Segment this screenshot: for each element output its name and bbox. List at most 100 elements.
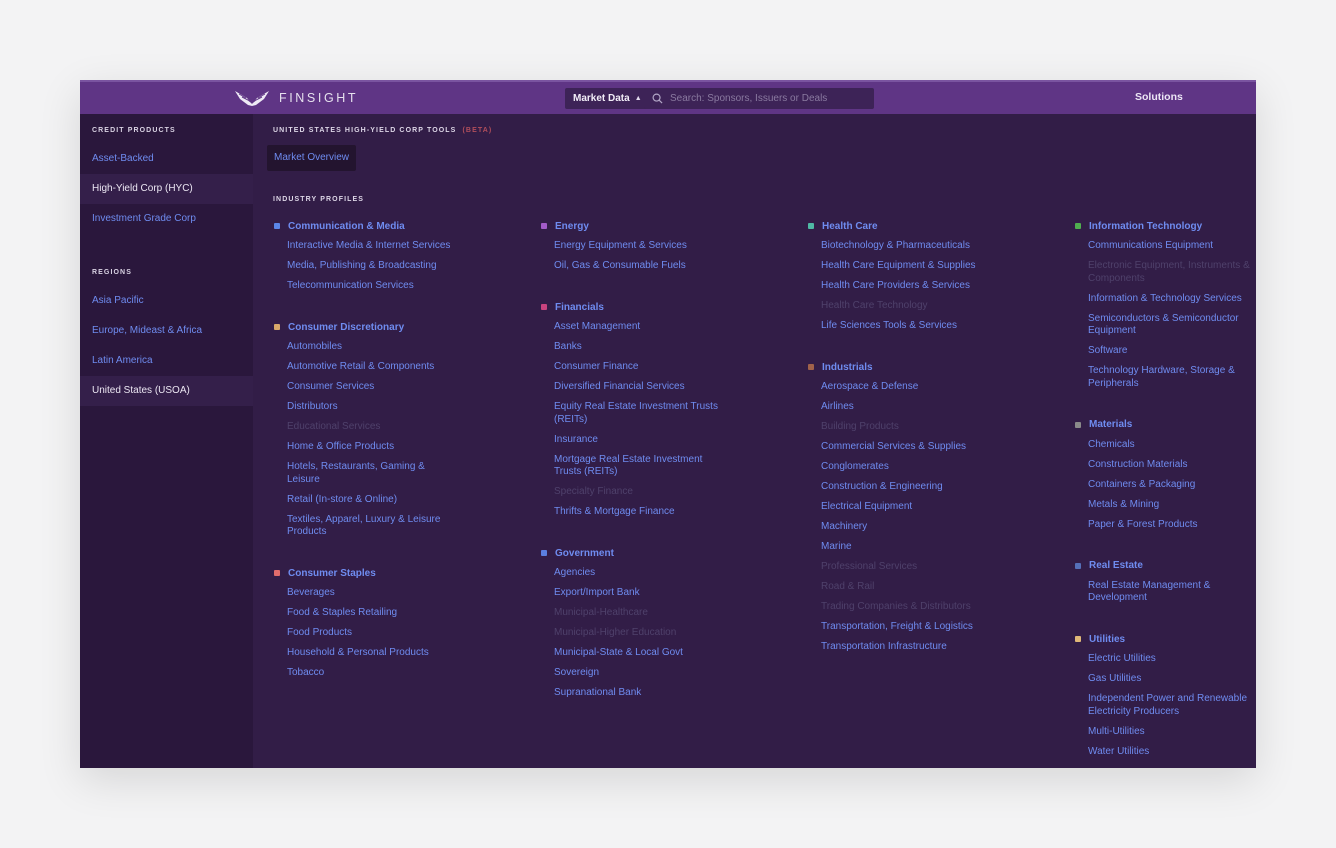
- sub-industry-chemicals[interactable]: Chemicals: [1074, 435, 1254, 455]
- sub-industry-banks[interactable]: Banks: [540, 337, 720, 357]
- sub-industry-real-estate-management-development[interactable]: Real Estate Management & Development: [1074, 576, 1254, 609]
- sub-industry-interactive-media-internet-services[interactable]: Interactive Media & Internet Services: [273, 236, 453, 256]
- industry-title-label: Materials: [1089, 419, 1133, 430]
- industry-title-label: Energy: [555, 220, 589, 232]
- sub-industry-thrifts-mortgage-finance[interactable]: Thrifts & Mortgage Finance: [540, 502, 720, 522]
- sub-industry-automotive-retail-components[interactable]: Automotive Retail & Components: [273, 357, 453, 377]
- sub-industry-communications-equipment[interactable]: Communications Equipment: [1074, 236, 1254, 256]
- market-overview-button[interactable]: Market Overview: [267, 145, 357, 171]
- color-swatch-icon: [1075, 562, 1081, 569]
- color-swatch-icon: [808, 364, 814, 370]
- sub-industry-life-sciences-tools-services[interactable]: Life Sciences Tools & Services: [807, 316, 987, 336]
- sub-industry-electric-utilities[interactable]: Electric Utilities: [1074, 649, 1254, 669]
- industry-title-financials[interactable]: Financials: [540, 297, 740, 317]
- sub-industry-software[interactable]: Software: [1074, 341, 1254, 361]
- sub-industry-beverages[interactable]: Beverages: [273, 583, 453, 603]
- sub-industry-distributors[interactable]: Distributors: [273, 397, 453, 417]
- sub-industry-construction-engineering[interactable]: Construction & Engineering: [807, 477, 987, 497]
- sub-industry-mortgage-real-estate-investment-trusts-reits[interactable]: Mortgage Real Estate Investment Trusts (…: [540, 450, 720, 483]
- finsight-logo[interactable]: FINSIGHT: [234, 88, 358, 108]
- sub-industry-municipal-state-local-govt[interactable]: Municipal-State & Local Govt: [540, 643, 720, 663]
- sub-industry-construction-materials[interactable]: Construction Materials: [1074, 455, 1254, 475]
- sidebar: CREDIT PRODUCTS Asset-Backed High-Yield C…: [80, 114, 253, 768]
- sub-industry-multi-utilities[interactable]: Multi-Utilities: [1074, 722, 1254, 742]
- sidebar-item-europe-mideast-africa[interactable]: Europe, Mideast & Africa: [80, 316, 253, 346]
- sub-industry-information-technology-services[interactable]: Information & Technology Services: [1074, 289, 1254, 309]
- sub-industry-paper-forest-products[interactable]: Paper & Forest Products: [1074, 515, 1254, 535]
- sub-industry-gas-utilities[interactable]: Gas Utilities: [1074, 669, 1254, 689]
- sidebar-item-asset-backed[interactable]: Asset-Backed: [80, 144, 253, 174]
- sub-industry-agencies[interactable]: Agencies: [540, 563, 720, 583]
- industry-title-industrials[interactable]: Industrials: [807, 357, 1007, 377]
- sub-industry-transportation-freight-logistics[interactable]: Transportation, Freight & Logistics: [807, 617, 987, 637]
- sub-industry-airlines[interactable]: Airlines: [807, 397, 987, 417]
- sub-industry-consumer-services[interactable]: Consumer Services: [273, 377, 453, 397]
- sidebar-item-latin-america[interactable]: Latin America: [80, 346, 253, 376]
- sub-industry-commercial-services-supplies[interactable]: Commercial Services & Supplies: [807, 437, 987, 457]
- sub-industry-oil-gas-consumable-fuels[interactable]: Oil, Gas & Consumable Fuels: [540, 256, 720, 276]
- sub-industry-export-import-bank[interactable]: Export/Import Bank: [540, 583, 720, 603]
- industry-title-government[interactable]: Government: [540, 543, 740, 563]
- sub-industry-food-products[interactable]: Food Products: [273, 623, 453, 643]
- market-data-dropdown[interactable]: Market Data ▲: [565, 88, 650, 109]
- sub-industry-water-utilities[interactable]: Water Utilities: [1074, 742, 1254, 762]
- industry-title-consumer-staples[interactable]: Consumer Staples: [273, 563, 473, 583]
- industry-title-health-care[interactable]: Health Care: [807, 216, 1007, 236]
- industry-group-health-care: Health Care Biotechnology & Pharmaceutica…: [807, 216, 1007, 336]
- sidebar-item-investment-grade-corp[interactable]: Investment Grade Corp: [80, 204, 253, 234]
- sub-industry-metals-mining[interactable]: Metals & Mining: [1074, 495, 1254, 515]
- sub-industry-diversified-financial-services[interactable]: Diversified Financial Services: [540, 377, 720, 397]
- sub-industry-health-care-equipment-supplies[interactable]: Health Care Equipment & Supplies: [807, 256, 987, 276]
- solutions-link[interactable]: Solutions: [1135, 91, 1183, 103]
- industry-group-energy: Energy Energy Equipment & Services Oil, Ga…: [540, 216, 740, 276]
- sidebar-item-united-states-usoa[interactable]: United States (USOA): [80, 376, 253, 406]
- sub-industry-equity-real-estate-investment-trusts-reits[interactable]: Equity Real Estate Investment Trusts (RE…: [540, 397, 720, 430]
- sub-industry-independent-power-and-renewable-electricity-producers[interactable]: Independent Power and Renewable Electric…: [1074, 689, 1254, 722]
- sub-industry-supranational-bank[interactable]: Supranational Bank: [540, 683, 720, 703]
- industry-title-label: Consumer Discretionary: [288, 321, 405, 333]
- industry-title-information-technology[interactable]: Information Technology: [1074, 216, 1256, 236]
- sub-industry-electrical-equipment[interactable]: Electrical Equipment: [807, 497, 987, 517]
- sub-industry-telecommunication-services[interactable]: Telecommunication Services: [273, 276, 453, 296]
- sub-industry-transportation-infrastructure[interactable]: Transportation Infrastructure: [807, 637, 987, 657]
- sub-industry-automobiles[interactable]: Automobiles: [273, 337, 453, 357]
- sub-industry-energy-equipment-services[interactable]: Energy Equipment & Services: [540, 236, 720, 256]
- industry-title-energy[interactable]: Energy: [540, 216, 740, 236]
- search-box[interactable]: [644, 88, 874, 109]
- sub-industry-home-office-products[interactable]: Home & Office Products: [273, 437, 453, 457]
- sub-industry-machinery[interactable]: Machinery: [807, 517, 987, 537]
- sub-industry-health-care-technology: Health Care Technology: [821, 300, 928, 311]
- industry-title-consumer-discretionary[interactable]: Consumer Discretionary: [273, 317, 473, 337]
- industry-title-materials[interactable]: Materials: [1074, 415, 1256, 435]
- sub-industry-semiconductors-semiconductor-equipment[interactable]: Semiconductors & Semiconductor Equipment: [1074, 309, 1254, 342]
- sub-industry-conglomerates[interactable]: Conglomerates: [807, 457, 987, 477]
- sub-industry-containers-packaging[interactable]: Containers & Packaging: [1074, 475, 1254, 495]
- industry-group-financials: Financials Asset Management Banks Consumer …: [540, 297, 740, 522]
- sub-industry-aerospace-defense[interactable]: Aerospace & Defense: [807, 377, 987, 397]
- tools-heading: UNITED STATES HIGH-YIELD CORP TOOLS (BET…: [273, 127, 492, 134]
- sub-industry-consumer-finance[interactable]: Consumer Finance: [540, 357, 720, 377]
- industry-profiles-heading: INDUSTRY PROFILES: [273, 196, 365, 203]
- sub-industry-asset-management[interactable]: Asset Management: [540, 317, 720, 337]
- sub-industry-food-staples-retailing[interactable]: Food & Staples Retailing: [273, 603, 453, 623]
- sub-industry-marine[interactable]: Marine: [807, 537, 987, 557]
- sub-industry-health-care-providers-services[interactable]: Health Care Providers & Services: [807, 276, 987, 296]
- sub-industry-household-personal-products[interactable]: Household & Personal Products: [273, 643, 453, 663]
- color-swatch-icon: [1075, 421, 1081, 428]
- search-input[interactable]: [670, 93, 870, 104]
- industry-title-real-estate[interactable]: Real Estate: [1074, 556, 1256, 576]
- sub-industry-technology-hardware-storage-peripherals[interactable]: Technology Hardware, Storage & Periphera…: [1074, 361, 1254, 394]
- sub-industry-tobacco[interactable]: Tobacco: [273, 663, 453, 683]
- sub-industry-insurance[interactable]: Insurance: [540, 430, 720, 450]
- sub-industry-hotels-restaurants-gaming-leisure[interactable]: Hotels, Restaurants, Gaming & Leisure: [273, 457, 453, 490]
- sub-industry-media-publishing-broadcasting[interactable]: Media, Publishing & Broadcasting: [273, 256, 453, 276]
- sub-industry-textiles-apparel-luxury-leisure-products[interactable]: Textiles, Apparel, Luxury & Leisure Prod…: [273, 510, 453, 543]
- sub-industry-retail-in-store-online[interactable]: Retail (In-store & Online): [273, 490, 453, 510]
- sidebar-item-asia-pacific[interactable]: Asia Pacific: [80, 286, 253, 316]
- sub-industry-sovereign[interactable]: Sovereign: [540, 663, 720, 683]
- tools-heading-text: UNITED STATES HIGH-YIELD CORP TOOLS: [273, 127, 457, 134]
- sub-industry-biotechnology-pharmaceuticals[interactable]: Biotechnology & Pharmaceuticals: [807, 236, 987, 256]
- sidebar-item-high-yield-corp-hyc[interactable]: High-Yield Corp (HYC): [80, 174, 253, 204]
- industry-title-communication-media[interactable]: Communication & Media: [273, 216, 473, 236]
- industry-title-utilities[interactable]: Utilities: [1074, 629, 1256, 649]
